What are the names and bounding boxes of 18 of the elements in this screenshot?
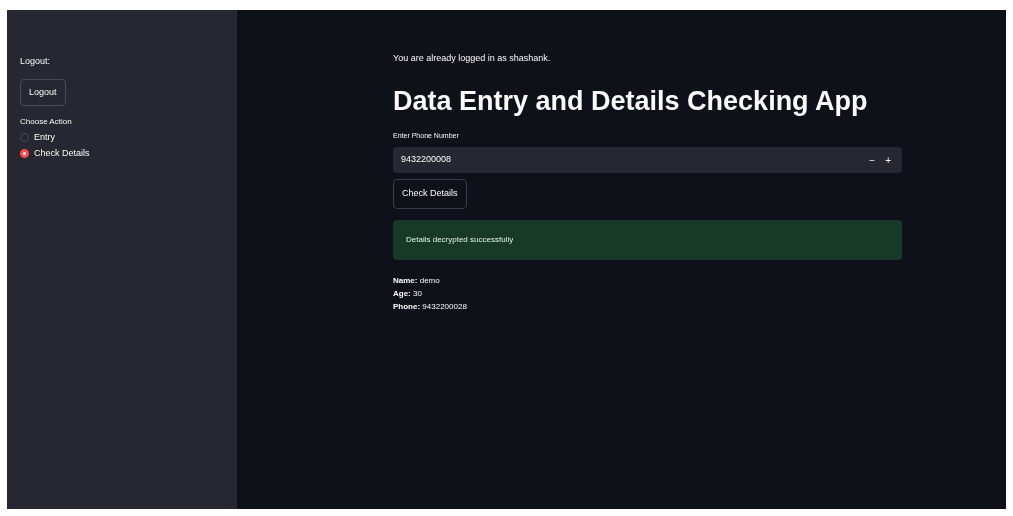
detail-line: Name: demo	[393, 274, 441, 287]
field-value: 9432200008	[401, 153, 453, 167]
logout-button[interactable]: Logout	[20, 78, 66, 106]
status-text: You are already logged in as shashank.	[393, 52, 552, 65]
check-details-button[interactable]: Check Details	[393, 179, 467, 209]
page-title: Data Entry and Details Checking App	[393, 87, 869, 115]
detail-line: Phone: 9432200028	[393, 300, 468, 313]
detail-line: Age: 30	[393, 287, 423, 300]
success-alert: Details decrypted successfully	[393, 219, 902, 260]
decrement-button[interactable]: −	[864, 152, 881, 168]
increment-button[interactable]: +	[880, 152, 896, 168]
radio-label: Choose Action	[20, 116, 73, 128]
radio-button[interactable]	[20, 133, 29, 143]
logout-label: Logout:	[20, 55, 52, 68]
radio-option-label[interactable]: Entry	[34, 131, 55, 145]
radio-option-label[interactable]: Check Details	[34, 146, 90, 160]
number-input[interactable]: 9432200008 − +	[393, 147, 902, 173]
radio-button[interactable]	[20, 148, 29, 158]
